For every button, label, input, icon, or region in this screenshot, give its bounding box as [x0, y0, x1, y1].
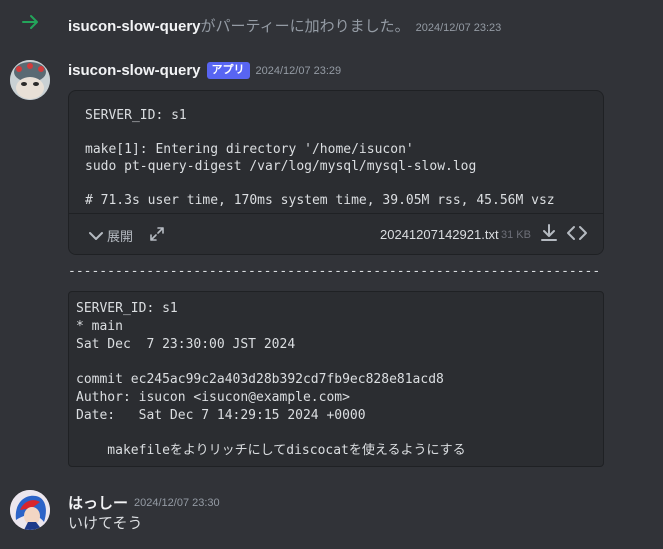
expand-arrows-icon[interactable]: [149, 226, 165, 242]
code-block-text: SERVER_ID: s1 * main Sat Dec 7 23:30:00 …: [76, 301, 466, 459]
avatar[interactable]: [10, 60, 50, 100]
arrow-right-icon: [22, 15, 38, 29]
code-icon[interactable]: [566, 224, 588, 242]
message-header: isucon-slow-query アプリ 2024/12/07 23:29: [68, 62, 341, 79]
expand-button[interactable]: 展開: [89, 226, 133, 245]
join-message-text: がパーティーに加わりました。: [200, 18, 410, 35]
message-timestamp: 2024/12/07 23:29: [255, 64, 342, 77]
message-header: はっしー 2024/12/07 23:30: [68, 492, 220, 513]
bot-avatar-image: [10, 60, 50, 100]
join-username[interactable]: isucon-slow-query: [68, 18, 201, 35]
author-name[interactable]: isucon-slow-query: [68, 62, 201, 79]
code-block: SERVER_ID: s1 * main Sat Dec 7 23:30:00 …: [68, 291, 604, 467]
attachment-footer: 展開 20241207142921.txt 31 KB: [69, 213, 603, 254]
separator-line: ----------------------------------------…: [68, 264, 601, 279]
message-timestamp: 2024/12/07 23:30: [134, 496, 220, 509]
download-icon[interactable]: [539, 223, 559, 243]
attachment-preview: SERVER_ID: s1 make[1]: Entering director…: [85, 108, 555, 208]
app-badge: アプリ: [206, 62, 250, 79]
join-timestamp: 2024/12/07 23:23: [415, 22, 502, 34]
file-size: 31 KB: [501, 229, 531, 241]
message-content: いけてそう: [68, 515, 143, 532]
user-avatar-image: [10, 490, 50, 530]
expand-label: 展開: [107, 229, 134, 244]
text-file-attachment: SERVER_ID: s1 make[1]: Entering director…: [68, 90, 604, 255]
avatar[interactable]: [10, 490, 50, 530]
file-name[interactable]: 20241207142921.txt: [380, 227, 499, 242]
chevron-down-icon: [89, 231, 103, 240]
author-name[interactable]: はっしー: [68, 492, 128, 513]
join-text: isucon-slow-queryがパーティーに加わりました。 2024/12/0…: [68, 15, 501, 36]
system-join-message: isucon-slow-queryがパーティーに加わりました。 2024/12/0…: [0, 10, 663, 38]
